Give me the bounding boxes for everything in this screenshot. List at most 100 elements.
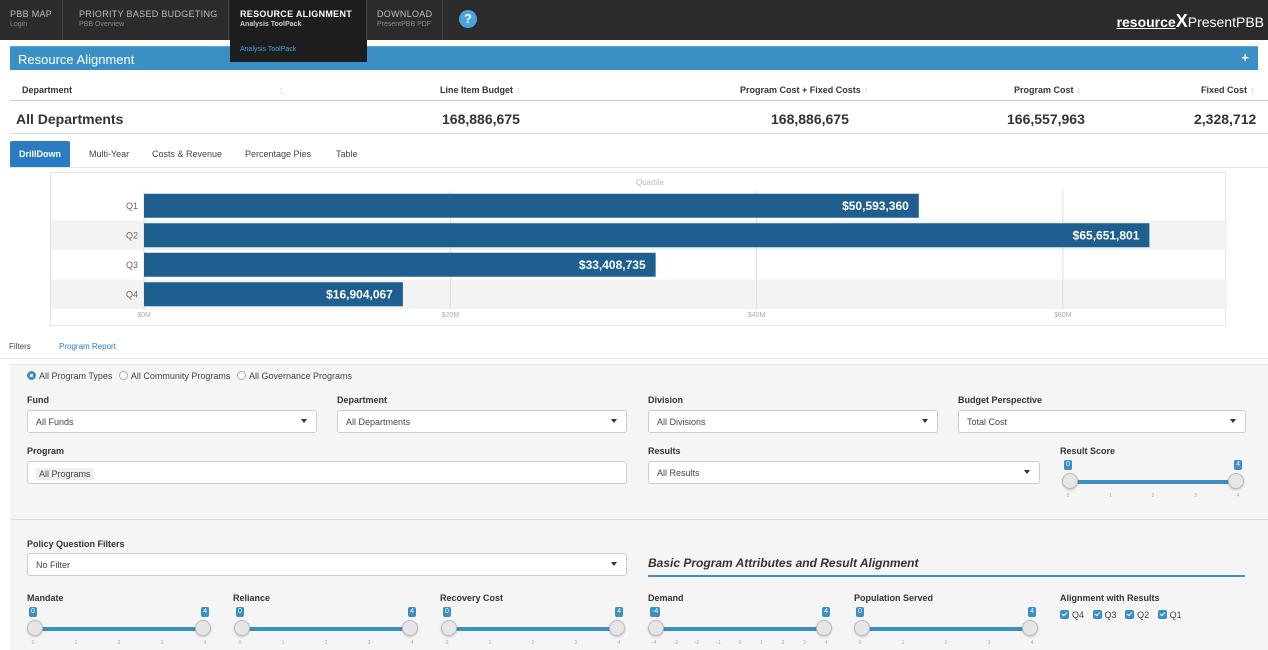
header-label: Program Cost + Fixed Costs [740,85,861,95]
tab-drilldown[interactable]: DrillDown [10,141,70,167]
slider-tick-label: 2 [117,640,121,646]
y-tick-label: Q2 [126,230,138,240]
slider-tick-label: -4 [651,640,657,646]
slider-track[interactable] [447,627,619,631]
slider-min-handle[interactable] [854,620,870,636]
radio-all-governance-programs[interactable]: All Governance Programs [236,371,352,381]
slider-max-handle[interactable] [1022,620,1038,636]
nav-resource-alignment[interactable]: RESOURCE ALIGNMENT Analysis ToolPack [230,0,367,40]
slider-min-handle[interactable] [27,620,43,636]
slider-track[interactable] [654,627,826,631]
x-tick-label: $20M [442,312,460,319]
y-tick-label: Q3 [126,260,138,270]
program-chip[interactable]: All Programs [36,468,94,480]
tab-table[interactable]: Table [327,141,367,167]
fund-select[interactable]: All Funds [27,410,317,433]
nav-pbb-map[interactable]: PBB MAP Login [0,0,64,40]
recovery-cost-slider[interactable]: 0 4 0 1 2 3 4 [441,607,625,647]
slider-tick-label: -1 [716,640,721,646]
select-value: All Divisions [657,417,706,427]
header-label: Program Cost [1014,85,1074,95]
slider-max-value: 4 [822,607,830,617]
nav-title: PBB MAP [10,9,53,19]
budget-perspective-select[interactable]: Total Cost [958,410,1246,433]
x-tick-label: $60M [1054,312,1072,319]
result-score-slider[interactable]: 0 4 0 1 2 3 4 [1062,460,1244,500]
slider-max-handle[interactable] [816,620,832,636]
nav-subtitle: Login [10,21,28,28]
tab-percentage-pies[interactable]: Percentage Pies [236,141,320,167]
column-header-department[interactable]: Department [22,85,72,95]
tab-filters[interactable]: Filters [9,342,31,351]
select-value: All Departments [346,417,411,427]
department-select[interactable]: All Departments [337,410,627,433]
slider-max-value: 4 [615,607,623,617]
nav-download[interactable]: DOWNLOAD PresentPBB PDF [367,0,444,40]
slider-max-value: 4 [1234,460,1242,470]
reliance-slider[interactable]: 0 4 0 1 2 3 4 [234,607,418,647]
tab-costs-revenue[interactable]: Costs & Revenue [143,141,231,167]
nav-dropdown-analysis-toolpack[interactable]: Analysis ToolPack [230,40,367,62]
slider-max-value: 4 [1028,607,1036,617]
checkbox-q4[interactable]: Q4 [1060,610,1084,620]
department-label: Department [337,395,388,405]
slider-tick-label: 1 [760,640,763,646]
slider-tick-label: 1 [74,640,78,646]
column-header-program-fixed[interactable]: Program Cost + Fixed Costs ↕ [740,85,868,95]
results-select[interactable]: All Results [648,461,1040,484]
column-header-fixed-cost[interactable]: Fixed Cost ↕ [1201,85,1255,95]
sort-icon: ↕ [516,85,521,95]
slider-tick-label: 0 [31,640,35,646]
slider-max-handle[interactable] [195,620,211,636]
column-header-program-cost[interactable]: Program Cost ↕ [1014,85,1081,95]
slider-track[interactable] [240,627,412,631]
slider-tick-label: 2 [324,640,328,646]
slider-min-handle[interactable] [441,620,457,636]
radio-icon [236,371,246,380]
nav-subtitle: Analysis ToolPack [240,21,302,28]
column-header-line-item-budget[interactable]: Line Item Budget ↕ [440,85,521,95]
bar-value-label: $33,408,735 [579,258,646,272]
slider-tick-label: 3 [987,640,991,646]
select-value: Total Cost [967,417,1008,427]
slider-track[interactable] [1068,480,1238,484]
help-icon[interactable]: ? [459,10,477,28]
bar-value-label: $50,593,360 [842,199,909,213]
slider-track[interactable] [33,627,205,631]
reliance-label: Reliance [233,593,271,603]
cell-fixed-cost: 2,328,712 [1194,111,1257,127]
slider-tick-label: 2 [944,640,948,646]
sort-icon[interactable]: ↕ [276,85,284,95]
slider-min-handle[interactable] [234,620,250,636]
division-select[interactable]: All Divisions [648,410,938,433]
checkbox-icon [1060,610,1069,619]
chevron-down-icon [611,419,617,423]
checkbox-q1[interactable]: Q1 [1157,610,1182,620]
slider-max-handle[interactable] [1228,473,1244,489]
tab-multi-year[interactable]: Multi-Year [80,141,138,167]
header-label: Line Item Budget [440,85,514,95]
slider-track[interactable] [860,627,1032,631]
radio-all-community-programs[interactable]: All Community Programs [118,371,231,381]
mandate-slider[interactable]: 0 4 0 1 2 3 4 [27,607,211,647]
radio-all-program-types[interactable]: All Program Types [27,371,112,381]
slider-max-handle[interactable] [402,620,418,636]
demand-slider[interactable]: -4 4 -4 -3 -2 -1 0 1 2 3 4 [648,607,832,647]
divider [10,133,1268,134]
radio-label: All Community Programs [130,371,231,381]
policy-filter-select[interactable]: No Filter [27,553,627,576]
checkbox-icon [1092,610,1102,619]
checkbox-q3[interactable]: Q3 [1092,610,1117,620]
slider-min-handle[interactable] [648,620,664,636]
slider-tick-label: 4 [1030,640,1034,646]
expand-plus-icon[interactable]: + [1241,50,1249,65]
nav-priority-based-budgeting[interactable]: PRIORITY BASED BUDGETING PBB Overview [69,0,229,40]
select-value: No Filter [36,560,71,570]
tab-program-report[interactable]: Program Report [59,342,116,351]
slider-min-handle[interactable] [1062,473,1078,489]
population-served-slider[interactable]: 0 4 0 1 2 3 4 [854,607,1038,647]
slider-tick-label: 0 [238,640,242,646]
checkbox-q2[interactable]: Q2 [1125,610,1149,620]
slider-max-handle[interactable] [609,620,625,636]
program-input[interactable]: All Programs [27,461,627,484]
